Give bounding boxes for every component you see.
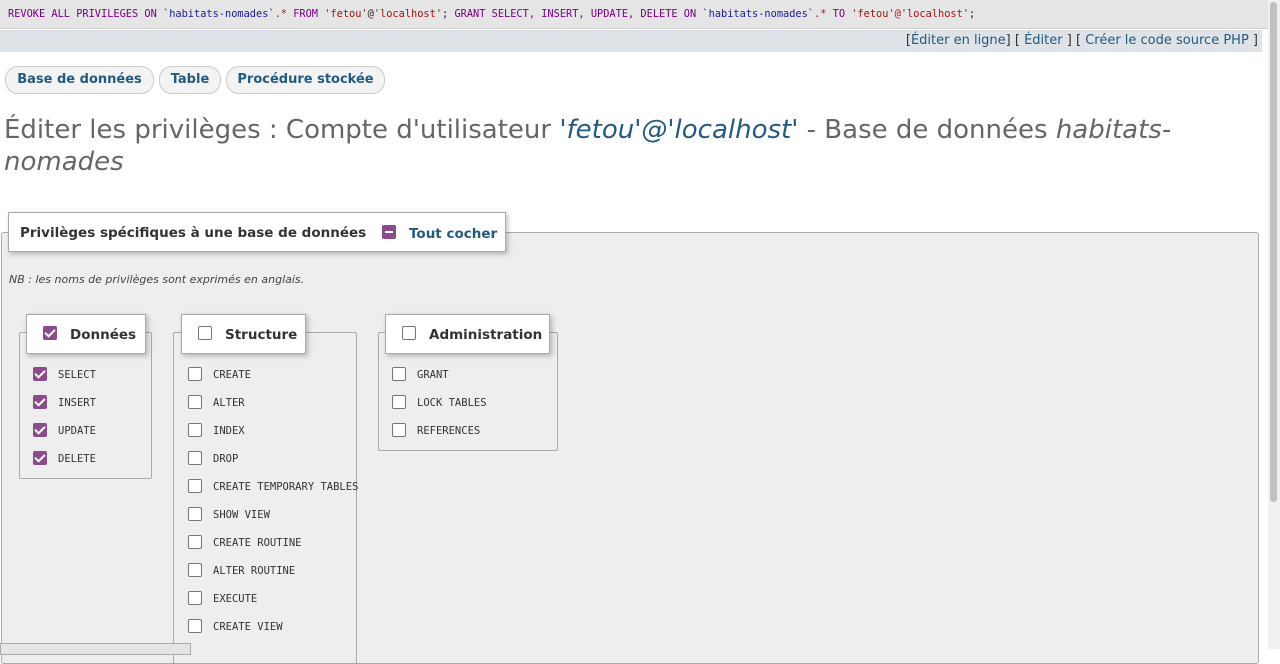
scrollbar-thumb[interactable] bbox=[1270, 2, 1277, 502]
privilege-checkbox-insert[interactable] bbox=[33, 395, 47, 409]
structure-group-label: Structure bbox=[225, 327, 298, 343]
data-group-checkbox[interactable] bbox=[43, 326, 57, 340]
privilege-checkbox-alter-routine[interactable] bbox=[188, 563, 202, 577]
privilege-label[interactable]: REFERENCES bbox=[417, 425, 480, 437]
edit-link[interactable]: Éditer bbox=[1024, 33, 1063, 48]
privilege-label[interactable]: EXECUTE bbox=[213, 593, 257, 605]
create-php-code-link[interactable]: Créer le code source PHP bbox=[1085, 33, 1249, 48]
sql-dot-star: .* bbox=[274, 8, 287, 20]
page-title: Éditer les privilèges : Compte d'utilisa… bbox=[4, 114, 1234, 178]
privilege-checkbox-create[interactable] bbox=[188, 367, 202, 381]
privilege-checkbox-alter[interactable] bbox=[188, 395, 202, 409]
data-group-legend: Données bbox=[26, 314, 146, 354]
bracket: ] [ bbox=[1005, 33, 1020, 48]
sql-end: ; bbox=[969, 8, 976, 20]
privilege-label[interactable]: CREATE TEMPORARY TABLES bbox=[213, 481, 358, 493]
query-links-bar: [Éditer en ligne] [ Éditer ] [ Créer le … bbox=[0, 30, 1262, 52]
sql-query-display: REVOKE ALL PRIVILEGES ON `habitats-nomad… bbox=[0, 0, 1270, 29]
edit-inline-link[interactable]: Éditer en ligne bbox=[911, 33, 1006, 48]
privilege-label[interactable]: CREATE ROUTINE bbox=[213, 537, 302, 549]
privilege-label[interactable]: CREATE VIEW bbox=[213, 621, 283, 633]
title-middle: - Base de données bbox=[806, 115, 1048, 145]
sql-user-host: 'localhost' bbox=[373, 8, 443, 20]
title-prefix: Éditer les privilèges : Compte d'utilisa… bbox=[4, 115, 552, 145]
sql-db-ref: `habitats-nomades` bbox=[163, 8, 275, 20]
structure-privileges-group bbox=[173, 332, 357, 664]
privilege-checkbox-delete[interactable] bbox=[33, 451, 47, 465]
tab-stored-procedure[interactable]: Procédure stockée bbox=[226, 66, 385, 94]
sql-revoke-keyword: REVOKE ALL PRIVILEGES ON bbox=[8, 8, 157, 20]
privilege-checkbox-drop[interactable] bbox=[188, 451, 202, 465]
privilege-label[interactable]: ALTER bbox=[213, 397, 245, 409]
sql-grant-keyword: GRANT SELECT, INSERT, UPDATE, DELETE ON bbox=[454, 8, 697, 20]
title-user: 'fetou'@'localhost' bbox=[559, 115, 799, 145]
sql-user-name: 'fetou' bbox=[324, 8, 368, 20]
privilege-checkbox-grant[interactable] bbox=[392, 367, 406, 381]
check-all-checkbox[interactable] bbox=[382, 225, 396, 239]
admin-group-legend: Administration bbox=[385, 314, 550, 354]
privilege-label[interactable]: GRANT bbox=[417, 369, 449, 381]
privileges-note: NB : les noms de privilèges sont exprimé… bbox=[9, 273, 305, 286]
data-group-label: Données bbox=[70, 327, 137, 343]
privilege-checkbox-execute[interactable] bbox=[188, 591, 202, 605]
privilege-label[interactable]: SELECT bbox=[58, 369, 96, 381]
privilege-label[interactable]: LOCK TABLES bbox=[417, 397, 487, 409]
privilege-checkbox-lock-tables[interactable] bbox=[392, 395, 406, 409]
structure-group-checkbox[interactable] bbox=[198, 326, 212, 340]
privilege-label[interactable]: CREATE bbox=[213, 369, 251, 381]
privileges-fieldset-legend: Privilèges spécifiques à une base de don… bbox=[8, 212, 506, 252]
sql-to-keyword: TO bbox=[832, 8, 846, 20]
sql-db-ref: `habitats-nomades` bbox=[702, 8, 815, 20]
privilege-checkbox-show-view[interactable] bbox=[188, 507, 202, 521]
check-all-label[interactable]: Tout cocher bbox=[409, 226, 497, 242]
sql-dot-star: .* bbox=[814, 8, 827, 20]
fieldset-title: Privilèges spécifiques à une base de don… bbox=[20, 225, 367, 241]
privilege-label[interactable]: SHOW VIEW bbox=[213, 509, 270, 521]
tab-database[interactable]: Base de données bbox=[5, 66, 154, 94]
sql-from-keyword: FROM bbox=[293, 8, 319, 20]
privilege-checkbox-create-temporary-tables[interactable] bbox=[188, 479, 202, 493]
privilege-checkbox-create-view[interactable] bbox=[188, 619, 202, 633]
sql-user: 'fetou'@'localhost' bbox=[851, 8, 970, 20]
console-tab[interactable] bbox=[0, 643, 191, 655]
bracket: ] [ bbox=[1066, 33, 1082, 48]
privilege-checkbox-select[interactable] bbox=[33, 367, 47, 381]
structure-group-legend: Structure bbox=[181, 314, 306, 354]
privilege-checkbox-create-routine[interactable] bbox=[188, 535, 202, 549]
privilege-label[interactable]: INDEX bbox=[213, 425, 245, 437]
vertical-scrollbar[interactable] bbox=[1268, 0, 1280, 649]
tab-table[interactable]: Table bbox=[159, 66, 221, 94]
admin-group-label: Administration bbox=[429, 327, 543, 343]
admin-group-checkbox[interactable] bbox=[402, 326, 416, 340]
privilege-label[interactable]: DROP bbox=[213, 453, 238, 465]
privilege-checkbox-update[interactable] bbox=[33, 423, 47, 437]
privilege-label[interactable]: ALTER ROUTINE bbox=[213, 565, 295, 577]
bracket: ] bbox=[1252, 33, 1258, 48]
sql-separator: ; bbox=[442, 8, 449, 20]
privilege-label[interactable]: DELETE bbox=[58, 453, 96, 465]
privilege-label[interactable]: UPDATE bbox=[58, 425, 96, 437]
privilege-checkbox-references[interactable] bbox=[392, 423, 406, 437]
privilege-checkbox-index[interactable] bbox=[188, 423, 202, 437]
privilege-label[interactable]: INSERT bbox=[58, 397, 96, 409]
